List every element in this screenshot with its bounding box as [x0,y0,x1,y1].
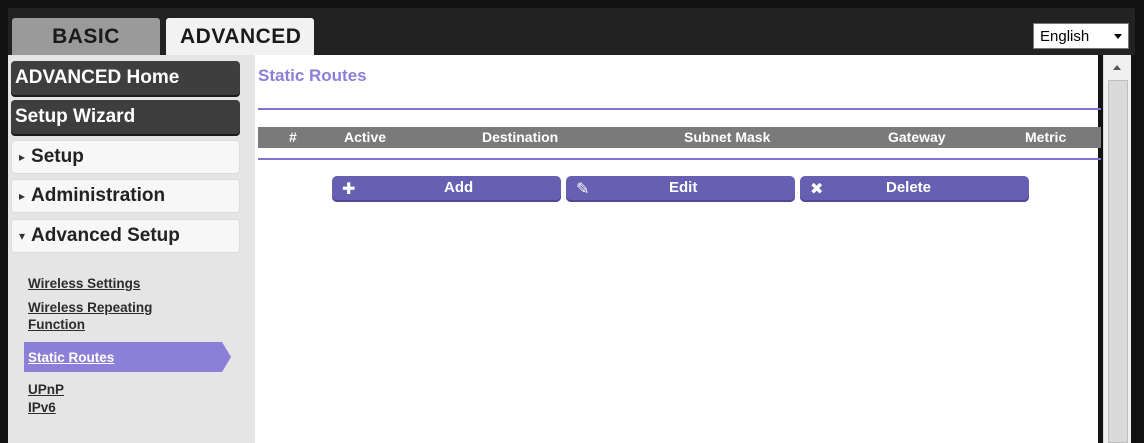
scroll-up-arrow-icon[interactable] [1113,65,1121,70]
language-selected-value: English [1040,27,1090,45]
routes-table-header: # Active Destination Subnet Mask Gateway… [258,127,1101,148]
tab-basic[interactable]: BASIC [12,18,160,55]
divider-bottom [258,158,1101,160]
sidebar-item-static-routes[interactable]: Static Routes [24,342,222,372]
nav-advanced-setup[interactable]: ▾ Advanced Setup [11,219,240,253]
column-header-gateway: Gateway [888,129,946,145]
page-title: Static Routes [258,66,367,85]
sidebar-item-upnp[interactable]: UPnP [28,382,64,398]
language-select[interactable]: English [1033,23,1129,49]
expand-arrow-icon: ▸ [19,189,26,203]
nav-advanced-setup-label: Advanced Setup [31,225,180,246]
vertical-scrollbar[interactable] [1103,55,1131,443]
column-header-subnet-mask: Subnet Mask [684,129,771,145]
nav-administration[interactable]: ▸ Administration [11,179,240,213]
divider-top [258,108,1101,110]
add-button[interactable]: ✚ Add [332,176,561,202]
delete-button-label: Delete [886,179,932,196]
chevron-down-icon [1114,34,1122,39]
nav-setup-wizard[interactable]: Setup Wizard [11,100,240,134]
collapse-arrow-icon: ▾ [19,229,26,243]
sidebar-item-wireless-settings[interactable]: Wireless Settings [28,276,140,292]
pencil-icon: ✎ [576,181,590,198]
tab-advanced[interactable]: ADVANCED [166,18,314,55]
nav-setup[interactable]: ▸ Setup [11,140,240,174]
nav-setup-label: Setup [31,146,84,167]
delete-button[interactable]: ✖ Delete [800,176,1029,202]
sidebar-item-wireless-repeating-function[interactable]: Function [28,317,85,333]
nav-advanced-home[interactable]: ADVANCED Home [11,61,240,95]
add-button-label: Add [444,179,474,196]
column-header-metric: Metric [1025,129,1067,145]
top-bar: BASIC ADVANCED English [8,8,1135,55]
sidebar-item-ipv6[interactable]: IPv6 [28,400,56,416]
column-header-destination: Destination [482,129,559,145]
main-content: Static Routes # Active Destination Subne… [255,55,1101,443]
sidebar: ADVANCED Home Setup Wizard ▸ Setup ▸ Adm… [8,55,255,443]
sidebar-item-wireless-repeating[interactable]: Wireless Repeating [28,300,152,316]
scroll-thumb[interactable] [1108,80,1128,443]
column-header-number: # [289,129,297,145]
expand-arrow-icon: ▸ [19,150,26,164]
edit-button[interactable]: ✎ Edit [566,176,795,202]
close-icon: ✖ [810,181,824,198]
edit-button-label: Edit [669,179,698,196]
active-item-pointer [222,342,231,372]
plus-icon: ✚ [342,181,356,198]
nav-administration-label: Administration [31,185,166,206]
column-header-active: Active [344,129,387,145]
